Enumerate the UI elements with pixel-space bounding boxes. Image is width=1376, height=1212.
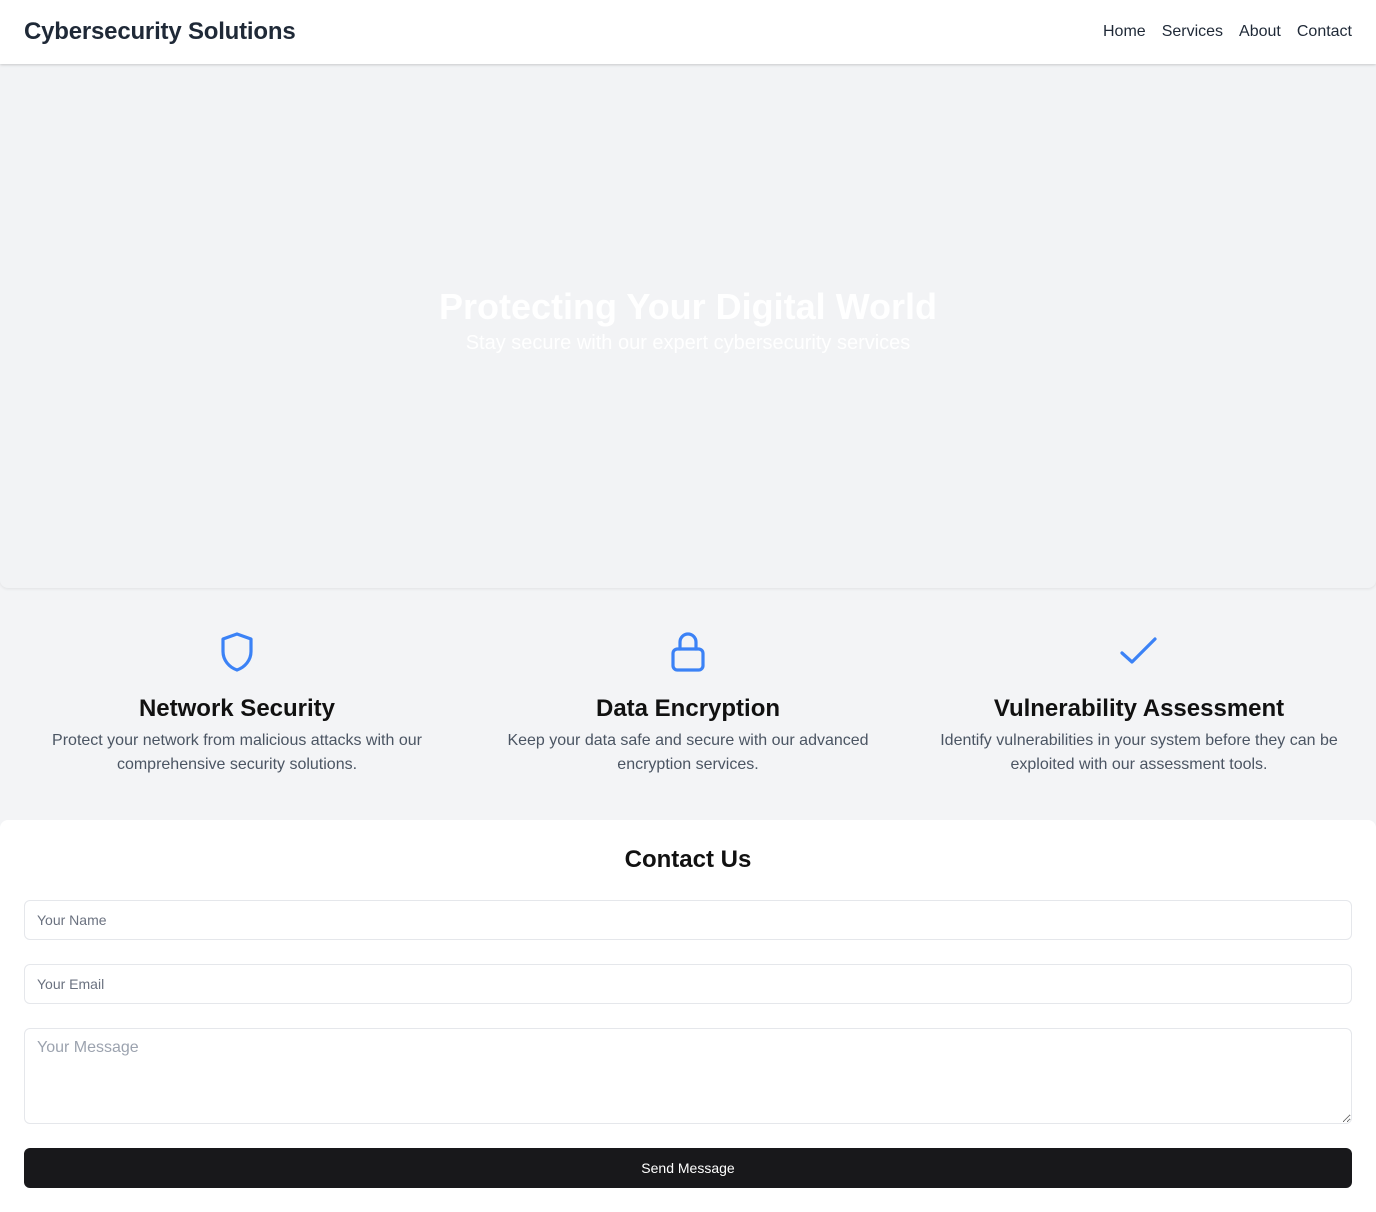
nav-link-contact[interactable]: Contact [1297, 23, 1352, 41]
service-card-data-encryption: Data Encryption Keep your data safe and … [475, 628, 901, 820]
contact-section: Contact Us Send Message [0, 820, 1376, 1212]
lock-icon [664, 628, 712, 676]
email-input[interactable] [24, 964, 1352, 1004]
name-input[interactable] [24, 900, 1352, 940]
hero-title: Protecting Your Digital World [438, 286, 938, 327]
message-textarea[interactable] [24, 1028, 1352, 1124]
hero-subtitle: Stay secure with our expert cybersecurit… [465, 332, 911, 354]
nav-link-home[interactable]: Home [1103, 23, 1146, 41]
service-title: Data Encryption [595, 695, 781, 722]
send-message-button[interactable]: Send Message [24, 1148, 1352, 1188]
site-header: Cybersecurity Solutions Home Services Ab… [0, 0, 1376, 64]
brand-logo-text[interactable]: Cybersecurity Solutions [24, 18, 296, 46]
main-nav: Home Services About Contact [1103, 23, 1352, 41]
nav-link-services[interactable]: Services [1162, 23, 1223, 41]
shield-icon [213, 628, 261, 676]
service-description: Identify vulnerabilities in your system … [940, 732, 1338, 773]
service-description: Keep your data safe and secure with our … [507, 732, 869, 773]
service-description: Protect your network from malicious atta… [52, 732, 422, 773]
check-icon [1115, 628, 1163, 676]
services-section: Network Security Protect your network fr… [0, 588, 1376, 820]
contact-title: Contact Us [624, 846, 752, 873]
service-title: Network Security [138, 695, 336, 722]
hero-section: Protecting Your Digital World Stay secur… [0, 64, 1376, 588]
service-card-vulnerability-assessment: Vulnerability Assessment Identify vulner… [926, 628, 1352, 820]
service-card-network-security: Network Security Protect your network fr… [24, 628, 450, 820]
service-title: Vulnerability Assessment [993, 695, 1285, 722]
nav-link-about[interactable]: About [1239, 23, 1281, 41]
